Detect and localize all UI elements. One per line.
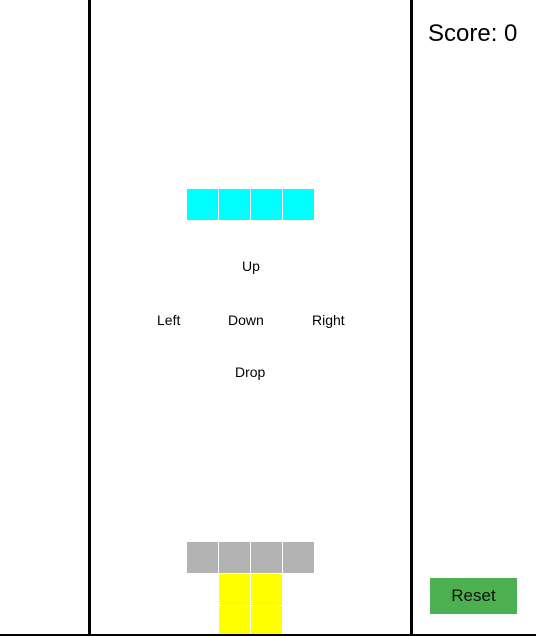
active-piece-block	[283, 189, 314, 220]
down-control[interactable]: Down	[228, 312, 264, 328]
up-control[interactable]: Up	[242, 258, 260, 274]
settled-block	[219, 606, 250, 634]
score-display: Score: 0	[428, 20, 518, 47]
reset-button[interactable]: Reset	[430, 578, 517, 614]
board-left-wall	[88, 0, 91, 636]
active-piece-block	[219, 189, 250, 220]
ghost-piece-block	[219, 542, 250, 573]
settled-block	[251, 574, 282, 605]
ghost-piece-block	[251, 542, 282, 573]
board-right-wall	[410, 0, 413, 636]
game-screen: Up Left Down Right Drop Score: 0 Reset	[0, 0, 536, 636]
active-piece-block	[251, 189, 282, 220]
right-control[interactable]: Right	[312, 312, 345, 328]
ghost-piece-block	[187, 542, 218, 573]
drop-control[interactable]: Drop	[235, 364, 265, 380]
ghost-piece-block	[283, 542, 314, 573]
left-control[interactable]: Left	[157, 312, 180, 328]
settled-block	[219, 574, 250, 605]
active-piece-block	[187, 189, 218, 220]
settled-block	[251, 606, 282, 634]
